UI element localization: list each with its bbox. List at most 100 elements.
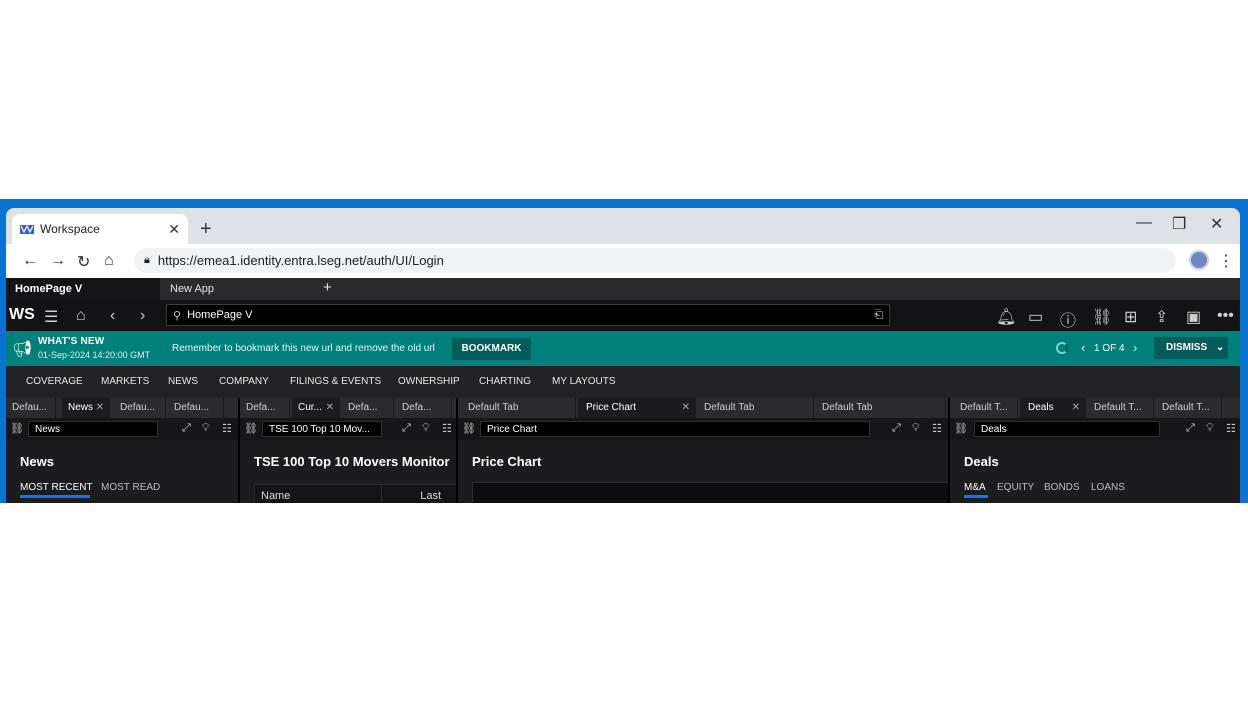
pane-tab[interactable]: Default Tab — [698, 398, 814, 418]
pane-menu-icon[interactable]: ☷ — [442, 422, 452, 435]
lightbulb-icon[interactable]: 💡︎ — [422, 422, 430, 435]
dismiss-button[interactable]: DISMISS ⌄ — [1154, 337, 1228, 359]
pane-tab[interactable]: Defau... — [114, 398, 166, 418]
app-search-input[interactable]: ⚲ HomePage V ⎗ — [166, 304, 890, 326]
add-app-tab-button[interactable]: + — [314, 278, 332, 300]
column-header-name[interactable]: Name — [261, 490, 290, 502]
pane-field[interactable]: TSE 100 Top 10 Mov... — [262, 421, 382, 437]
subtab-bonds[interactable]: BONDS — [1044, 482, 1080, 493]
pane-toolbar: ⛓︎ TSE 100 Top 10 Mov... ⤢ 💡︎ ☷ — [240, 418, 456, 440]
subtab-ma[interactable]: M&A — [964, 482, 986, 493]
menu-markets[interactable]: MARKETS — [101, 376, 149, 387]
new-tab-button[interactable]: + — [200, 218, 212, 241]
app-tab-homepage[interactable]: HomePage V — [6, 278, 160, 300]
save-icon[interactable]: ▣ — [1186, 307, 1201, 327]
link-icon[interactable]: ⛓︎ — [954, 422, 968, 435]
hamburger-menu-icon[interactable]: ☰ — [44, 307, 58, 327]
subtab-most-read[interactable]: MOST READ — [101, 482, 160, 493]
url-text: https://emea1.identity.entra.lseg.net/au… — [157, 253, 444, 268]
lightbulb-icon[interactable]: 💡︎ — [912, 422, 920, 435]
menu-coverage[interactable]: COVERAGE — [26, 376, 83, 387]
previous-chevron-icon[interactable]: ‹ — [1081, 340, 1085, 355]
expand-icon[interactable]: ⤢ — [892, 422, 901, 435]
pane-tab[interactable]: Defa... — [396, 398, 452, 418]
column-header-last[interactable]: Last — [420, 490, 441, 502]
pane-toolbar: ⛓︎ Deals ⤢ 💡︎ ☷ — [950, 418, 1240, 440]
pane-tab[interactable]: Default T... — [1156, 398, 1222, 418]
lightbulb-icon[interactable]: 💡︎ — [202, 422, 210, 435]
pane-tab[interactable]: Default T... — [1088, 398, 1154, 418]
more-options-icon[interactable]: ••• — [1217, 307, 1234, 325]
pane-menu-icon[interactable]: ☷ — [1226, 422, 1236, 435]
back-chevron-icon[interactable]: ‹ — [110, 307, 115, 325]
close-tab-icon[interactable]: ✕ — [1072, 398, 1080, 418]
expand-icon[interactable]: ⤢ — [402, 422, 411, 435]
menu-charting[interactable]: CHARTING — [479, 376, 531, 387]
pane-tab-news[interactable]: News ✕ — [62, 398, 110, 418]
pane-menu-icon[interactable]: ☷ — [222, 422, 232, 435]
pane-title: News — [20, 454, 54, 469]
active-subtab-indicator — [20, 495, 90, 498]
restore-button[interactable]: ❐ — [1172, 214, 1186, 234]
browser-menu-icon[interactable]: ⋮ — [1218, 251, 1234, 271]
link-icon[interactable]: ⛓︎ — [1092, 307, 1112, 327]
pane-field[interactable]: News — [28, 421, 158, 437]
pane-field[interactable]: Deals — [974, 421, 1160, 437]
url-bar[interactable]: 🔒︎ https://emea1.identity.entra.lseg.net… — [134, 248, 1176, 273]
home-icon[interactable]: ⌂ — [104, 252, 114, 270]
link-icon[interactable]: ⛓︎ — [244, 422, 258, 435]
column-divider — [381, 485, 382, 503]
profile-avatar[interactable] — [1189, 250, 1209, 270]
close-tab-icon[interactable]: ✕ — [682, 398, 690, 418]
menu-my-layouts[interactable]: MY LAYOUTS — [552, 376, 616, 387]
pane-tab[interactable]: Defa... — [342, 398, 394, 418]
subtab-loans[interactable]: LOANS — [1091, 482, 1125, 493]
menu-filings-events[interactable]: FILINGS & EVENTS — [290, 376, 381, 387]
next-chevron-icon[interactable]: › — [1133, 340, 1137, 355]
forward-chevron-icon[interactable]: › — [140, 307, 145, 325]
chat-icon[interactable]: ▭ — [1028, 307, 1043, 327]
subtab-equity[interactable]: EQUITY — [997, 482, 1034, 493]
expand-icon[interactable]: ⤢ — [1186, 422, 1195, 435]
close-tab-icon[interactable]: ✕ — [168, 221, 180, 238]
link-icon[interactable]: ⛓︎ — [462, 422, 476, 435]
help-icon[interactable]: ⓘ — [1060, 307, 1076, 331]
menu-ownership[interactable]: OWNERSHIP — [398, 376, 460, 387]
lightbulb-icon[interactable]: 💡︎ — [1206, 422, 1214, 435]
pane-tab-price-chart[interactable]: Price Chart ✕ — [578, 398, 696, 418]
pane-tab[interactable]: Defau... — [168, 398, 224, 418]
pane-menu-icon[interactable]: ☷ — [932, 422, 942, 435]
menu-company[interactable]: COMPANY — [219, 376, 269, 387]
expand-icon[interactable]: ⤢ — [182, 422, 191, 435]
pane-tab[interactable]: Default Tab — [458, 398, 576, 418]
bookmark-button[interactable]: BOOKMARK — [452, 338, 531, 360]
pane-field[interactable]: Price Chart — [480, 421, 870, 437]
browser-tab-workspace[interactable]: Workspace ✕ — [12, 214, 188, 244]
pane-tab-current[interactable]: Cur... ✕ — [292, 398, 340, 418]
close-tab-icon[interactable]: ✕ — [326, 398, 334, 418]
back-arrow-icon[interactable]: ← — [22, 252, 38, 270]
menu-news[interactable]: NEWS — [168, 376, 198, 387]
reload-icon[interactable]: ↻ — [77, 252, 90, 272]
minimize-button[interactable]: — — [1136, 214, 1152, 232]
link-icon[interactable]: ⛓︎ — [10, 422, 24, 435]
close-window-button[interactable]: ✕ — [1210, 214, 1223, 234]
share-icon[interactable]: ⇪ — [1155, 307, 1168, 327]
forward-arrow-icon[interactable]: → — [50, 252, 66, 270]
subtab-most-recent[interactable]: MOST RECENT — [20, 482, 93, 493]
banner-datetime: 01-Sep-2024 14:20:00 GMT — [38, 350, 151, 360]
megaphone-icon: 📢︎ — [12, 341, 33, 358]
price-chart-canvas[interactable] — [472, 482, 948, 503]
workspace-favicon-icon — [20, 224, 34, 234]
pane-tab[interactable]: Default Tab — [816, 398, 946, 418]
pane-tab[interactable]: Default T... — [950, 398, 1018, 418]
pane-tab-deals[interactable]: Deals ✕ — [1020, 398, 1086, 418]
app-tab-new-app[interactable]: New App — [161, 278, 311, 300]
new-window-icon[interactable]: ⊞ — [1124, 307, 1137, 327]
pane-tab[interactable]: Defau... — [6, 398, 56, 418]
bookmark-icon[interactable]: ⎗ — [874, 309, 883, 322]
close-tab-icon[interactable]: ✕ — [96, 398, 104, 418]
home-icon[interactable]: ⌂ — [76, 307, 86, 325]
notification-bell-icon[interactable]: 🔔︎ — [996, 307, 1016, 327]
pane-tab[interactable]: Defa... — [240, 398, 290, 418]
